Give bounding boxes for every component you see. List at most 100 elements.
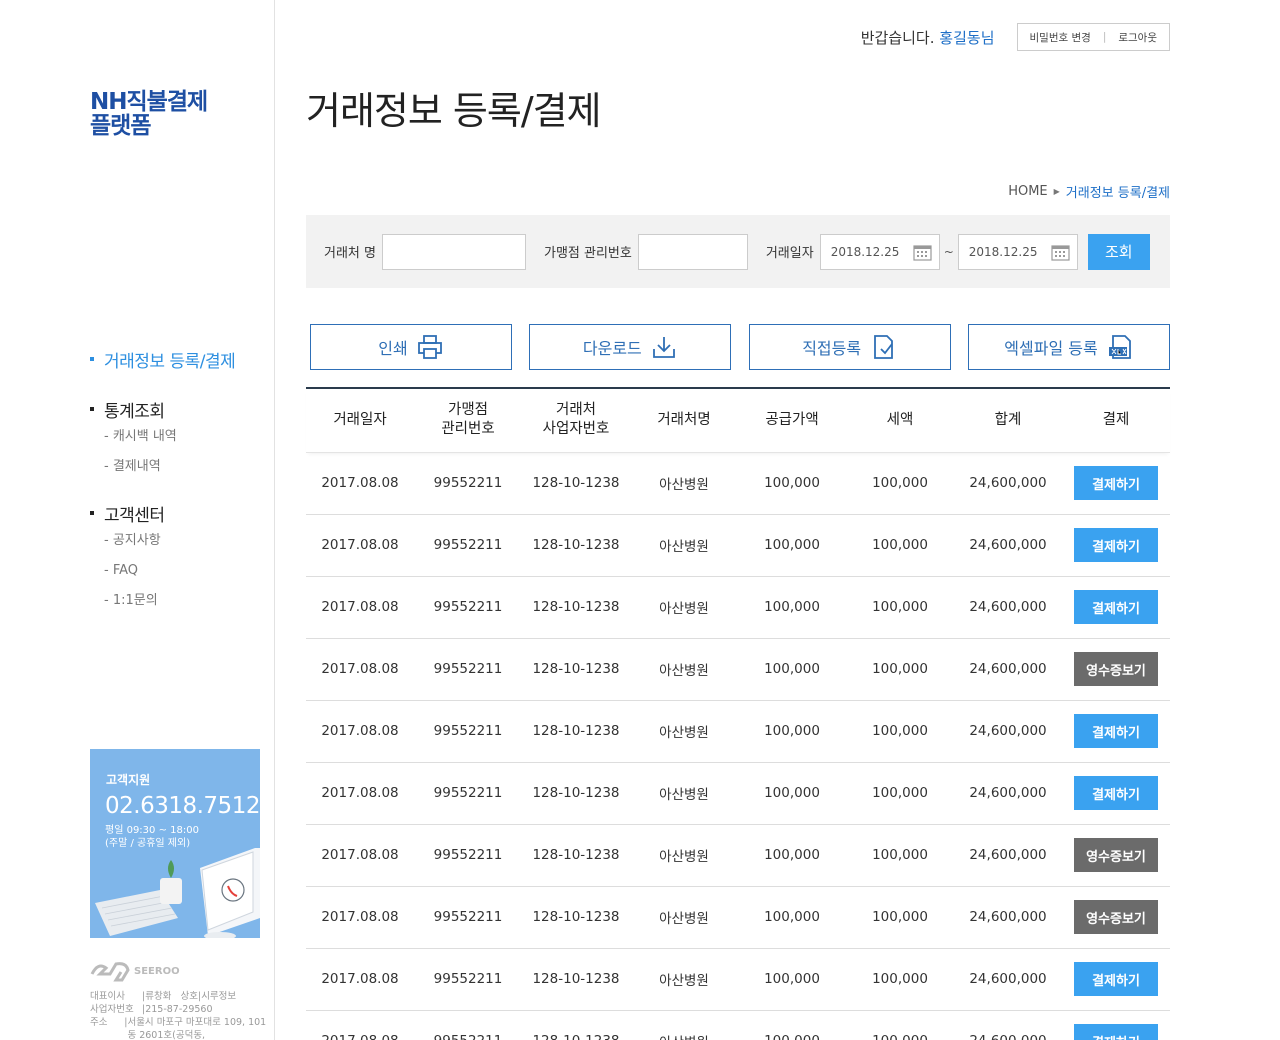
cell-action: 결제하기 (1062, 700, 1170, 762)
receipt-button[interactable]: 영수증보기 (1074, 838, 1158, 872)
cell-store-number: 99552211 (433, 847, 503, 863)
table-row: 2017.08.08 99552211 128-10-1238 아산병원 100,000… (306, 948, 1170, 1010)
cell-client-name: 아산병원 (659, 539, 709, 555)
cell-supply-amount: 100,000 (764, 723, 820, 739)
cell-tax: 100,000 (872, 847, 928, 863)
cell-store-number: 99552211 (433, 909, 503, 925)
pay-button[interactable]: 결제하기 (1074, 714, 1158, 748)
greeting: 반갑습니다. 홍길동님 (861, 27, 995, 48)
store-number-label: 가맹점 관리번호 (543, 246, 632, 261)
breadcrumb-arrow-icon: ▶ (1053, 187, 1060, 196)
print-button[interactable]: 인쇄 (310, 324, 512, 370)
cell-supply-amount: 100,000 (764, 599, 820, 615)
nav-group: 통계조회 - 캐시백 내역 - 결제내역 (90, 396, 270, 482)
cell-date: 2017.08.08 (306, 1010, 414, 1040)
cell-action: 결제하기 (1062, 948, 1170, 1010)
calendar-icon[interactable] (1051, 243, 1070, 261)
pay-button[interactable]: 결제하기 (1074, 776, 1158, 810)
support-label: 고객지원 (106, 773, 151, 787)
bullet-icon (90, 511, 94, 515)
cell-total: 24,600,000 (969, 475, 1047, 491)
cell-total: 24,600,000 (969, 971, 1047, 987)
bullet-icon (90, 407, 94, 411)
table-row: 2017.08.08 99552211 128-10-1238 아산병원 100,000… (306, 886, 1170, 948)
cell-date: 2017.08.08 (321, 475, 399, 491)
receipt-button[interactable]: 영수증보기 (1074, 652, 1158, 686)
column-header: 거래처명 (657, 411, 711, 428)
cell-date: 2017.08.08 (321, 599, 399, 615)
cell-action: 결제하기 (1062, 514, 1170, 576)
cell-action: 결제하기 (1062, 576, 1170, 638)
search-button[interactable]: 조회 (1087, 233, 1150, 270)
table-row: 2017.08.08 99552211 128-10-1238 아산병원 100,000… (306, 576, 1170, 638)
nav-item[interactable]: 거래정보 등록/결제 (90, 346, 270, 372)
cell-client-name: 아산병원 (659, 601, 709, 617)
cell-store-number: 99552211 (433, 785, 503, 801)
table-row: 2017.08.08 99552211 128-10-1238 아산병원 100,000… (306, 824, 1170, 886)
change-password-link[interactable]: 비밀번호 변경 (1030, 30, 1091, 45)
cell-client-name: 아산병원 (659, 849, 709, 865)
cell-business-number: 128-10-1238 (532, 909, 620, 925)
side-nav: 거래정보 등록/결제 통계조회 - 캐시백 내역 - 결제내역 고객센터 - 공지사항 - … (90, 346, 270, 634)
company-logo: SEEROO (90, 960, 180, 982)
pay-button[interactable]: 결제하기 (1074, 466, 1158, 500)
cell-date: 2017.08.08 (321, 785, 399, 801)
ceo-key: 대표이사 (90, 991, 125, 1002)
cell-store-number: 99552211 (433, 723, 503, 739)
cell-supply-amount: 100,000 (764, 971, 820, 987)
cell-client-name: 아산병원 (659, 787, 709, 803)
column-header: 거래처 사업자번호 (542, 402, 610, 438)
calendar-icon[interactable] (913, 243, 932, 261)
download-button[interactable]: 다운로드 (529, 324, 732, 370)
excel-register-button[interactable]: 엑셀파일 등록 (967, 324, 1170, 370)
print-label: 인쇄 (378, 339, 408, 358)
nav-subitem[interactable]: - 공지사항 (90, 526, 270, 556)
logo-line2: 플랫폼 (90, 113, 151, 139)
company-info: 대표이사 | 류창화 상호 | 시루정보 사업자번호 | 215-87-29560 … (90, 990, 270, 1040)
user-bar: 반갑습니다. 홍길동님 비밀번호 변경 | 로그아웃 (861, 23, 1170, 51)
column-header: 합계 (994, 411, 1022, 428)
cell-date: 2017.08.08 (321, 723, 399, 739)
pay-button[interactable]: 결제하기 (1074, 590, 1158, 624)
cell-action: 영수증보기 (1062, 824, 1170, 886)
cell-supply-amount: 100,000 (764, 847, 820, 863)
customer-support-banner: 고객지원 02.6318.7512 평일 09:30 ~ 18:00 (주말 /… (90, 749, 260, 938)
logout-link[interactable]: 로그아웃 (1118, 30, 1157, 45)
breadcrumb-home[interactable]: HOME (1008, 184, 1047, 199)
header-row: 거래일자 가맹점 관리번호 거래처 사업자번호 거래처명 공급가액 세액 합계 결제 (306, 388, 1170, 452)
cell-client-name: 아산병원 (659, 663, 709, 679)
nav-subitem[interactable]: - 1:1문의 (90, 586, 270, 616)
sidebar: NH직불결제 플랫폼 거래정보 등록/결제통계조회 - 캐시백 내역 - 결제내역고… (0, 0, 275, 1040)
direct-register-button[interactable]: 직접등록 (748, 324, 951, 370)
receipt-button[interactable]: 영수증보기 (1074, 900, 1158, 934)
cell-tax: 100,000 (872, 537, 928, 553)
pay-button[interactable]: 결제하기 (1074, 962, 1158, 996)
name-val: 시루정보 (201, 991, 237, 1002)
pay-button[interactable]: 결제하기 (1074, 528, 1158, 562)
cell-action: 영수증보기 (1062, 638, 1170, 700)
addr-val: 서울시 마포구 마포대로 109, 101동 2601호(공덕동, (127, 1017, 267, 1040)
nav-group: 거래정보 등록/결제 (90, 346, 270, 372)
printer-icon (417, 335, 442, 359)
cell-supply-amount: 100,000 (764, 785, 820, 801)
cell-store-number: 99552211 (433, 971, 503, 987)
brand-logo[interactable]: NH직불결제 플랫폼 (90, 90, 260, 138)
nav-subitem[interactable]: - 캐시백 내역 (90, 422, 270, 452)
cell-client-name: 아산병원 (659, 477, 709, 493)
cell-total: 24,600,000 (969, 599, 1047, 615)
excel-register-label: 엑셀파일 등록 (1004, 339, 1098, 358)
addr-key: 주소 (90, 1017, 108, 1028)
column-header: 가맹점 관리번호 (441, 402, 495, 438)
date-range-separator: ~ (943, 244, 954, 259)
pay-button[interactable]: 결제하기 (1074, 1024, 1158, 1040)
store-number-input[interactable] (637, 233, 748, 270)
nav-subitem[interactable]: - 결제내역 (90, 452, 270, 482)
client-name-input[interactable] (381, 233, 526, 270)
nav-item[interactable]: 통계조회 (90, 396, 270, 422)
page-title: 거래정보 등록/결제 (306, 89, 602, 133)
cell-supply-amount: 100,000 (764, 475, 820, 491)
nav-subitem[interactable]: - FAQ (90, 556, 270, 586)
nav-item[interactable]: 고객센터 (90, 500, 270, 526)
table-row: 2017.08.08 99552211 128-10-1238 아산병원 100,000… (306, 514, 1170, 576)
cell-business-number: 128-10-1238 (532, 599, 620, 615)
